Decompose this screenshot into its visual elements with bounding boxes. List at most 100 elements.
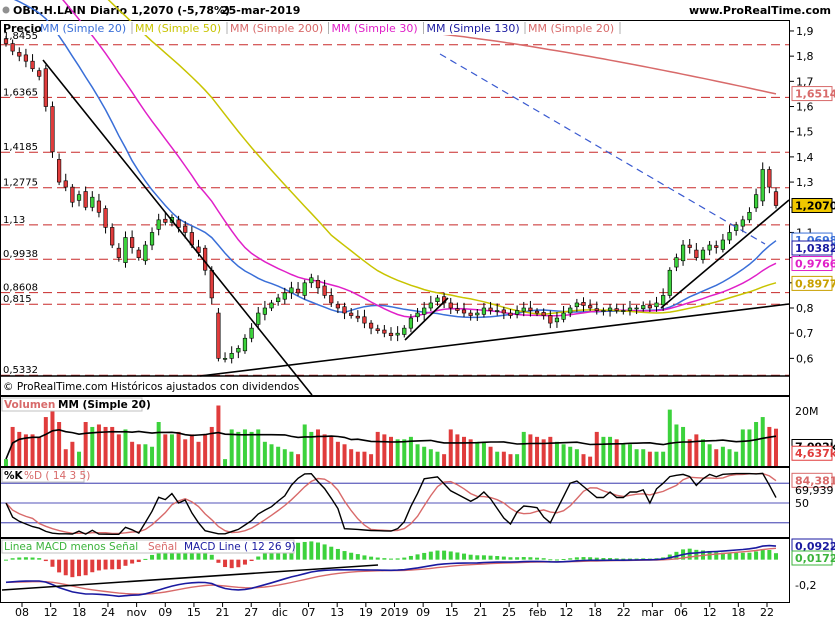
volume-bar-down [189, 434, 194, 466]
volume-bar-down [176, 431, 181, 466]
macd-hist-bar [448, 551, 453, 560]
macd-signal-line [5, 547, 777, 595]
candle-up [475, 312, 480, 316]
candle-down [488, 307, 493, 311]
macd-hist-bar [216, 559, 221, 563]
axis-tick-label: 0,6 [796, 352, 814, 365]
axis-tick-label: 1,3 [796, 176, 814, 189]
macd-axis: 0,09220,0172-0,2 [791, 538, 835, 592]
volume-bar-up [395, 439, 400, 466]
macd-hist-bar [103, 559, 108, 570]
macd-hist-bar [355, 554, 360, 560]
volume-bar-down [57, 422, 62, 466]
candle-down [295, 288, 301, 294]
candle-up [621, 310, 626, 312]
price-footer: © ProRealTime.com Históricos ajustados c… [1, 379, 299, 393]
macd-hist-bar [389, 558, 393, 560]
macd-hist-bar [37, 558, 42, 560]
legend-item: MM (Simple 30) [332, 22, 418, 35]
x-tick-label: 15 [445, 606, 459, 619]
candle-up [568, 307, 573, 314]
macd-hist-bar [422, 552, 427, 560]
candle-up [123, 237, 128, 263]
candle-up [156, 219, 161, 230]
macd-hist-bar [541, 558, 546, 560]
time-axis: 08 12 18 24 nov 09 15 21 27 dic 07 13 19 2019 09 15 21 25… [15, 603, 774, 619]
macd-hist-bar [123, 559, 128, 566]
volume-bar-down [548, 436, 553, 466]
volume-bar-up [561, 444, 566, 466]
candle-up [661, 295, 666, 306]
stoch-k-line [5, 472, 777, 535]
volume-legend: Volumen MM (Simple 20) [1, 397, 151, 412]
candle-down [63, 180, 68, 188]
candle-up [256, 312, 261, 325]
volume-bar-down [528, 434, 533, 466]
candle-up [309, 277, 314, 284]
axis-tick-label: 1,4 [796, 151, 814, 164]
candle-up [680, 244, 686, 262]
candle-down [528, 307, 533, 311]
candle-up [149, 232, 155, 246]
candle-up [720, 239, 725, 250]
candle-up [521, 307, 526, 312]
volume-bar-up [422, 446, 427, 466]
candle-down [362, 316, 367, 324]
volume-bar-down [501, 451, 506, 466]
volume-bar-down [216, 405, 221, 466]
volume-bar-down [774, 428, 778, 466]
volume-bar-down [116, 434, 121, 466]
macd-hist-bar [362, 555, 367, 560]
candle-down [594, 308, 599, 311]
volume-bar-up [495, 451, 500, 466]
volume-bar-down [588, 456, 593, 466]
candle-up [674, 257, 679, 268]
ma-200-line [404, 30, 777, 95]
volume-bar-down [70, 441, 75, 466]
macd-hist-bar [209, 554, 214, 560]
volume-bar-up [674, 424, 679, 466]
volume-bar-up [276, 446, 281, 466]
stock-chart[interactable]: OBR.H.LAIN Diario 1,2070 (-5,78%) 25-mar… [0, 0, 835, 620]
volume-bar-down [508, 454, 513, 466]
candle-down [687, 244, 692, 248]
candle-up [229, 353, 234, 359]
macd-hist-bar [475, 555, 480, 560]
x-tick-label: 18 [588, 606, 602, 619]
x-tick-label: 18 [731, 606, 745, 619]
candle-up [700, 249, 706, 260]
macd-hist-bar [740, 552, 745, 560]
x-tick-label: 13 [330, 606, 344, 619]
x-tick-label: 12 [559, 606, 573, 619]
macd-hist-bar [116, 559, 121, 570]
volume-bar-up [608, 436, 613, 466]
macd-hist-bar [462, 553, 467, 560]
header-site: www.ProRealTime.com [689, 4, 831, 17]
volume-bar-up [150, 446, 155, 466]
candle-down [70, 186, 75, 203]
volume-bar-down [535, 436, 540, 466]
candle-down [448, 302, 453, 309]
candle-up [289, 287, 294, 294]
volume-bar-down [163, 434, 168, 466]
candle-down [342, 306, 347, 314]
candle-down [103, 208, 108, 228]
volume-bar-down [83, 422, 88, 466]
candle-up [302, 282, 307, 296]
macd-hist-bar [495, 556, 500, 560]
candle-down [116, 247, 121, 258]
volume-bar-down [63, 449, 68, 466]
legend-item: MM (Simple 20) [40, 22, 126, 35]
level-label: 0,8608 [3, 283, 38, 294]
stochastic-lines [1, 472, 789, 535]
macd-axis-label: -0,2 [795, 579, 816, 592]
candle-up [515, 310, 520, 315]
x-tick-label: 22 [760, 606, 774, 619]
header-period: Diario [90, 4, 128, 17]
candle-down [163, 218, 168, 223]
legend-item: MM (Simple 20) [528, 22, 614, 35]
macd-hist-bar [50, 559, 55, 567]
volume-bar-up [641, 449, 646, 466]
candle-up [415, 312, 420, 318]
macd-signal-label: Señal [148, 541, 177, 553]
